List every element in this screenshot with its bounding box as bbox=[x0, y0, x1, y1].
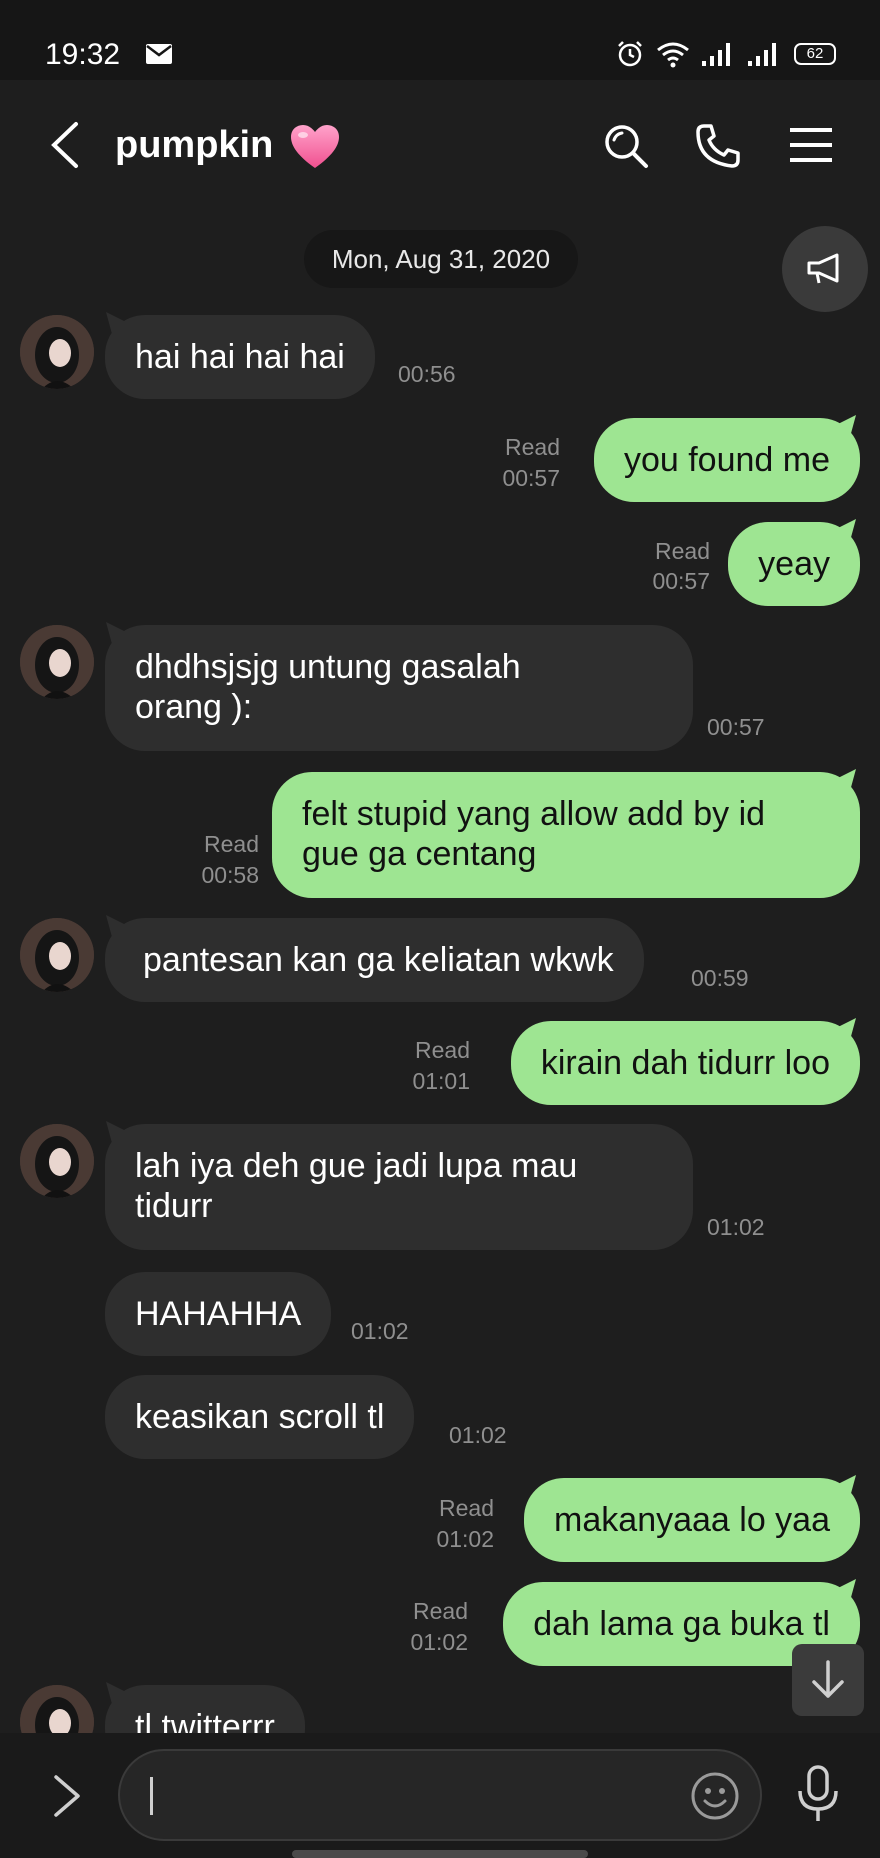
message-time: 00:57 bbox=[652, 568, 710, 594]
status-time: 19:32 bbox=[45, 38, 121, 71]
bubble-tail bbox=[836, 1475, 856, 1497]
message-text: you found me bbox=[623, 441, 830, 479]
message-text: dhdhsjsjg untung gasalah bbox=[135, 648, 521, 686]
message-text: tidurr bbox=[135, 1187, 213, 1225]
menu-icon[interactable] bbox=[790, 126, 832, 164]
avatar-image bbox=[20, 918, 94, 992]
message-time: 01:02 bbox=[436, 1526, 494, 1552]
bubble-tail bbox=[836, 1018, 856, 1040]
avatar-image bbox=[20, 315, 94, 389]
message-time: 01:02 bbox=[707, 1214, 765, 1240]
mail-icon bbox=[146, 44, 172, 64]
message-bubble[interactable]: felt stupid yang allow add by id gue ga … bbox=[272, 772, 860, 898]
chat-header: pumpkin bbox=[0, 80, 880, 210]
home-indicator[interactable] bbox=[292, 1850, 588, 1858]
read-receipt: Read bbox=[439, 1495, 494, 1521]
date-divider: Mon, Aug 31, 2020 bbox=[304, 230, 578, 288]
bubble-tail bbox=[836, 1579, 856, 1601]
signal-icon bbox=[702, 43, 730, 66]
read-receipt: Read bbox=[413, 1598, 468, 1624]
message-time: 00:58 bbox=[201, 862, 259, 888]
avatar[interactable] bbox=[20, 918, 94, 992]
bubble-tail bbox=[836, 519, 856, 541]
arrow-down-icon bbox=[812, 1660, 844, 1698]
message-time: 00:56 bbox=[398, 361, 456, 387]
chat-title[interactable]: pumpkin bbox=[115, 124, 273, 167]
search-icon[interactable] bbox=[602, 122, 650, 170]
message-text: kirain dah tidurr loo bbox=[540, 1044, 830, 1082]
message-text: felt stupid yang allow add by id bbox=[302, 795, 766, 833]
message-time: 00:57 bbox=[502, 465, 560, 491]
avatar[interactable] bbox=[20, 315, 94, 389]
message-time: 00:57 bbox=[707, 714, 765, 740]
message-bubble[interactable]: you found me bbox=[593, 418, 860, 502]
message-text: hai hai hai hai bbox=[135, 338, 345, 376]
read-receipt: Read bbox=[655, 538, 710, 564]
message-text: orang ): bbox=[135, 688, 253, 726]
mic-icon[interactable] bbox=[796, 1765, 840, 1823]
message-bubble[interactable]: makanyaaa lo yaa bbox=[524, 1478, 860, 1562]
message-text: keasikan scroll tl bbox=[135, 1398, 385, 1436]
message-time: 01:02 bbox=[351, 1318, 409, 1344]
call-icon[interactable] bbox=[694, 122, 742, 170]
battery-icon: 62 bbox=[794, 43, 836, 65]
bubble-tail bbox=[106, 622, 126, 644]
signal-icon bbox=[748, 43, 776, 66]
message-bubble[interactable]: lah iya deh gue jadi lupa mau tidurr bbox=[105, 1124, 693, 1250]
message-text: HAHAHHA bbox=[135, 1295, 302, 1333]
message-time: 01:02 bbox=[449, 1422, 507, 1448]
announcement-button[interactable] bbox=[782, 226, 868, 312]
message-bubble[interactable]: hai hai hai hai bbox=[105, 315, 375, 399]
bubble-tail bbox=[106, 915, 126, 937]
avatar[interactable] bbox=[20, 625, 94, 699]
wifi-icon bbox=[657, 42, 689, 68]
message-time: 01:02 bbox=[410, 1629, 468, 1655]
avatar-image bbox=[20, 625, 94, 699]
bubble-tail bbox=[106, 1682, 126, 1704]
message-bubble[interactable]: HAHAHHA bbox=[105, 1272, 332, 1356]
message-text: makanyaaa lo yaa bbox=[554, 1501, 830, 1539]
bubble-tail bbox=[106, 312, 126, 334]
message-text: dah lama ga buka tl bbox=[533, 1605, 830, 1643]
read-receipt: Read bbox=[415, 1037, 470, 1063]
message-bubble[interactable]: pantesan kan ga keliatan wkwk bbox=[105, 918, 644, 1002]
message-text: pantesan kan ga keliatan wkwk bbox=[143, 941, 614, 979]
status-bar: 19:32 62 bbox=[0, 0, 880, 80]
expand-icon[interactable] bbox=[52, 1773, 82, 1819]
avatar-image bbox=[20, 1124, 94, 1198]
bubble-tail bbox=[106, 1121, 126, 1143]
status-icons: 62 bbox=[616, 38, 836, 70]
message-bubble[interactable]: dhdhsjsjg untung gasalah orang ): bbox=[105, 625, 693, 751]
read-receipt: Read bbox=[505, 434, 560, 460]
message-input[interactable] bbox=[118, 1749, 762, 1841]
message-bubble[interactable]: kirain dah tidurr loo bbox=[510, 1021, 860, 1105]
scroll-to-bottom-button[interactable] bbox=[792, 1644, 864, 1716]
message-time: 00:59 bbox=[691, 965, 749, 991]
message-time: 01:01 bbox=[412, 1068, 470, 1094]
message-bubble[interactable]: keasikan scroll tl bbox=[105, 1375, 415, 1459]
back-icon[interactable] bbox=[48, 120, 82, 170]
bubble-tail bbox=[836, 769, 856, 791]
text-cursor bbox=[150, 1777, 153, 1815]
megaphone-icon bbox=[807, 253, 839, 284]
message-text: lah iya deh gue jadi lupa mau bbox=[135, 1147, 578, 1185]
bubble-tail bbox=[836, 415, 856, 437]
heart-icon bbox=[291, 125, 339, 168]
message-text: yeay bbox=[758, 545, 830, 583]
alarm-icon bbox=[618, 41, 642, 67]
message-text: gue ga centang bbox=[302, 835, 537, 873]
emoji-icon[interactable] bbox=[690, 1771, 740, 1821]
read-receipt: Read bbox=[204, 831, 259, 857]
input-bar bbox=[0, 1733, 880, 1858]
avatar[interactable] bbox=[20, 1124, 94, 1198]
